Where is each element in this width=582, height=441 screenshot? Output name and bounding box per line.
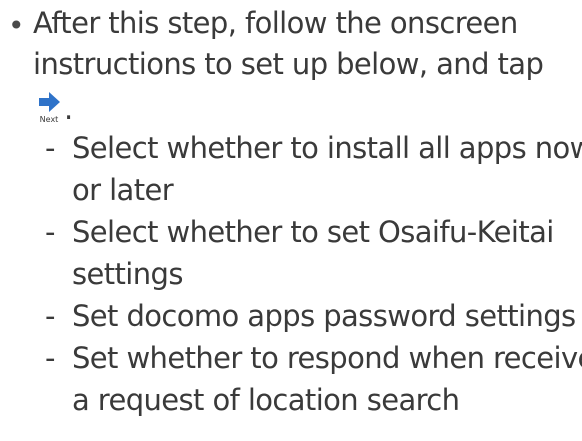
- step-1-line-1: Select whether to install all apps now: [72, 131, 582, 165]
- step-2-line-2: settings: [72, 257, 183, 291]
- step-2-line-1: Select whether to set Osaifu-Keitai: [72, 215, 554, 249]
- step-3-line-1: Set docomo apps password settings: [72, 299, 576, 333]
- step-dash: -: [45, 215, 56, 249]
- step-4-line-1: Set whether to respond when receive: [72, 341, 582, 375]
- bullet-marker: •: [8, 9, 25, 42]
- intro-line-1: After this step, follow the onscreen: [33, 6, 518, 40]
- step-dash: -: [45, 131, 56, 165]
- intro-line-2: instructions to set up below, and tap: [33, 47, 544, 81]
- step-dash: -: [45, 341, 56, 375]
- next-icon-label: Next: [40, 115, 59, 124]
- instruction-document: • After this step, follow the onscreen i…: [0, 0, 582, 441]
- next-arrow-icon: Next: [39, 92, 60, 124]
- step-4-line-2: a request of location search: [72, 383, 460, 417]
- sentence-period: .: [64, 92, 74, 126]
- next-arrow-shape: [39, 92, 60, 112]
- step-dash: -: [45, 299, 56, 333]
- step-1-line-2: or later: [72, 173, 174, 207]
